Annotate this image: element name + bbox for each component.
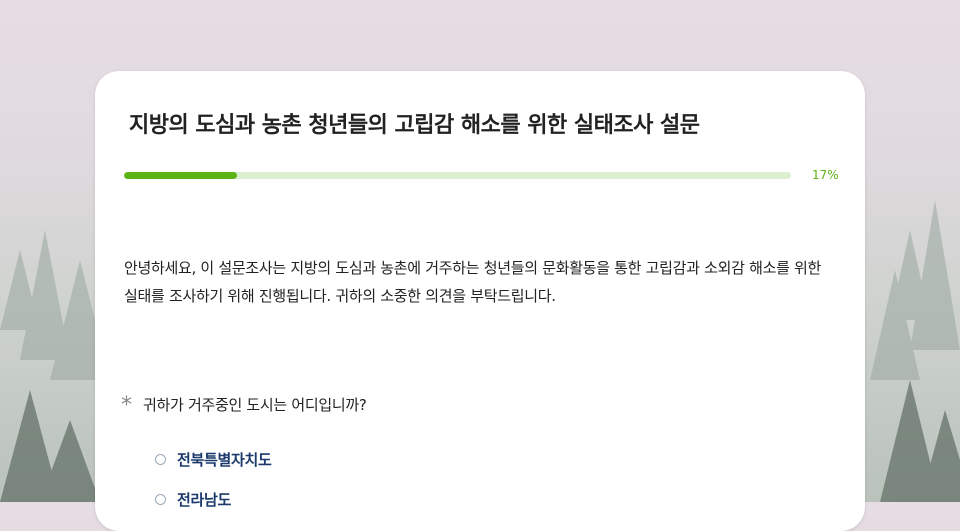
question-residence: * 귀하가 거주중인 도시는 어디입니까? <box>121 391 367 417</box>
required-asterisk-icon: * <box>121 393 132 418</box>
radio-unchecked-icon[interactable] <box>155 493 166 505</box>
survey-title: 지방의 도심과 농촌 청년들의 고립감 해소를 위한 실태조사 설문 <box>129 113 700 138</box>
option-jeonbuk[interactable]: 전북특별자치도 <box>155 439 272 479</box>
option-label[interactable]: 전북특별자치도 <box>177 449 272 470</box>
option-jeonnam[interactable]: 전라남도 <box>155 479 272 519</box>
question-text: 귀하가 거주중인 도시는 어디입니까? <box>143 395 367 414</box>
answer-options: 전북특별자치도 전라남도 <box>155 439 272 519</box>
progress-bar <box>124 172 791 179</box>
survey-intro-text: 안녕하세요, 이 설문조사는 지방의 도심과 농촌에 거주하는 청년들의 문화활… <box>124 259 822 305</box>
radio-unchecked-icon[interactable] <box>155 453 166 465</box>
survey-card: 지방의 도심과 농촌 청년들의 고립감 해소를 위한 실태조사 설문 17% 안… <box>95 71 865 531</box>
progress-bar-fill <box>124 172 238 179</box>
option-label[interactable]: 전라남도 <box>177 489 231 510</box>
progress-percent: 17% <box>812 168 839 182</box>
